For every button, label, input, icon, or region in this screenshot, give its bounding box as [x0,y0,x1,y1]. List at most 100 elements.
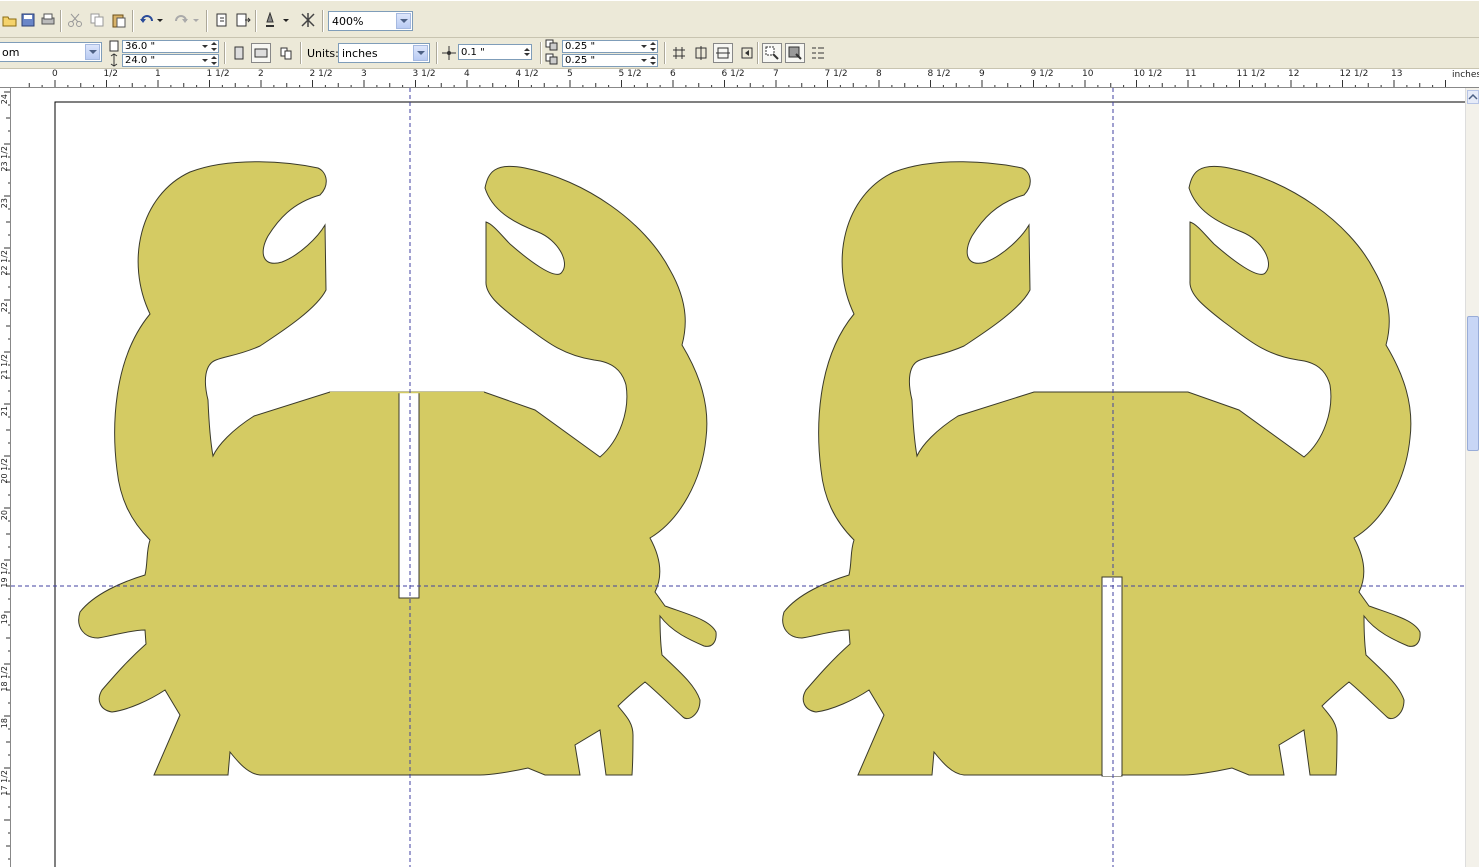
ruler-tick-label: 8 1/2 [927,69,951,79]
nudge-spinner[interactable] [522,47,531,58]
vertical-ruler[interactable]: 24 23 1/2 23 22 1/2 22 21 1/2 21 20 1/2 20 19 1/2… [0,88,11,867]
scroll-up-button[interactable] [1467,90,1479,104]
snap-to-guidelines-icon[interactable] [691,43,711,63]
units-label: Units: [307,47,339,60]
standard-toolbar: 400% [0,0,1479,38]
ruler-tick-label: 22 1/2 [0,250,9,276]
dynamic-guides-icon[interactable] [737,43,757,63]
duplicate-x-field[interactable]: 0.25 " [562,40,658,53]
page-width-icon [107,39,121,53]
ruler-tick-label: 6 [670,69,676,79]
horizontal-ruler[interactable]: 0 1/2 1 1 1/2 2 2 1/2 3 3 1/2 4 4 1/2 5 5 1/2 6 6 1/2… [0,69,1479,88]
drawing-window[interactable] [11,88,1465,867]
ruler-tick-label: 4 1/2 [515,69,539,79]
print-icon[interactable] [38,10,58,30]
drawing-canvas[interactable] [11,88,1465,867]
ruler-tick-label: 0 [52,69,58,79]
duplicate-y-spinner[interactable] [648,55,657,66]
copy-icon[interactable] [87,10,107,30]
property-bar: om 36.0 " 24.0 " Units: inches 0.1 " 0.2… [0,38,1479,69]
chevron-down-icon[interactable] [396,13,411,29]
ruler-tick-label: 9 1/2 [1030,69,1054,79]
ruler-tick-label: 21 1/2 [0,354,9,380]
width-spinner[interactable] [200,41,209,52]
ruler-tick-label: 8 [876,69,882,79]
landscape-icon[interactable] [251,43,271,63]
ruler-tick-label: 4 [464,69,470,79]
duplicate-y-icon [545,53,561,67]
ruler-tick-label: 3 [361,69,367,79]
treat-as-filled-icon[interactable] [762,43,782,63]
snap-to-objects-icon[interactable] [713,43,733,63]
duplicate-x-icon [545,39,561,53]
ruler-tick-label: 5 1/2 [618,69,642,79]
export-icon[interactable] [233,10,253,30]
redo-icon[interactable] [171,10,191,30]
ruler-tick-label: 2 [258,69,264,79]
ruler-tick-label: 2 1/2 [309,69,333,79]
ruler-tick-label: 18 1/2 [0,666,9,692]
ruler-tick-label: 3 1/2 [412,69,436,79]
undo-dropdown-icon[interactable] [155,10,165,30]
paste-icon[interactable] [109,10,129,30]
launcher-dropdown-icon[interactable] [281,10,291,30]
paper-type-value: om [2,45,20,59]
page-height-field[interactable]: 24.0 " [122,54,219,67]
scrollbar-thumb[interactable] [1467,316,1479,451]
page-width-field[interactable]: 36.0 " [122,40,219,53]
page-height-icon [107,53,121,67]
units-value: inches [342,46,378,60]
cut-icon[interactable] [65,10,85,30]
options-icon[interactable] [808,43,828,63]
crab-slot-bottom [1101,576,1123,777]
ruler-tick-label: 19 [0,614,9,625]
duplicate-y-field[interactable]: 0.25 " [562,54,658,67]
ruler-tick-label: 19 1/2 [0,562,9,588]
ruler-tick-label: 6 1/2 [721,69,745,79]
zoom-levels-combo[interactable]: 400% [328,11,413,31]
ruler-tick-label: 21 [0,406,9,417]
ruler-tick-label: 11 [1185,69,1197,79]
application-launcher-icon[interactable] [260,10,280,30]
open-icon[interactable] [0,10,20,30]
save-icon[interactable] [18,10,38,30]
ruler-unit-label: inches [1452,70,1479,80]
zoom-value: 400% [332,14,364,28]
crab-slot-top [398,391,420,599]
nudge-distance-field[interactable]: 0.1 " [458,44,532,60]
ruler-tick-label: 24 [0,94,9,105]
page-layout-icon[interactable] [276,43,296,63]
ruler-tick-label: 1 1/2 [206,69,230,79]
vertical-scrollbar[interactable] [1465,88,1479,867]
snap-to-grid-icon[interactable] [669,43,689,63]
ruler-tick-label: 12 [1288,69,1300,79]
paper-type-combo[interactable]: om [0,42,102,62]
ruler-tick-label: 20 [0,510,9,521]
import-icon[interactable] [212,10,232,30]
ruler-tick-label: 23 1/2 [0,146,9,172]
units-combo[interactable]: inches [338,43,430,63]
chevron-down-icon[interactable] [85,44,100,60]
ruler-tick-label: 17 1/2 [0,770,9,796]
redo-dropdown-icon[interactable] [191,10,201,30]
ruler-tick-label: 12 1/2 [1339,69,1369,79]
ruler-tick-label: 23 [0,198,9,209]
duplicate-x-spinner[interactable] [648,41,657,52]
ruler-tick-label: 11 1/2 [1236,69,1266,79]
undo-icon[interactable] [137,10,157,30]
ruler-tick-label: 20 1/2 [0,458,9,484]
ruler-tick-label: 1/2 [103,69,118,79]
ruler-tick-label: 5 [567,69,573,79]
chevron-down-icon[interactable] [413,45,428,61]
ruler-tick-label: 10 1/2 [1133,69,1163,79]
draw-object-outlines-icon[interactable] [785,43,805,63]
ruler-tick-label: 22 [0,302,9,313]
ruler-tick-label: 9 [979,69,985,79]
ruler-tick-label: 13 [1391,69,1403,79]
portrait-icon[interactable] [229,43,249,63]
welcome-screen-icon[interactable] [298,10,318,30]
ruler-tick-label: 7 [773,69,779,79]
ruler-tick-label: 7 1/2 [824,69,848,79]
height-spinner[interactable] [200,55,209,66]
ruler-tick-label: 18 [0,718,9,729]
